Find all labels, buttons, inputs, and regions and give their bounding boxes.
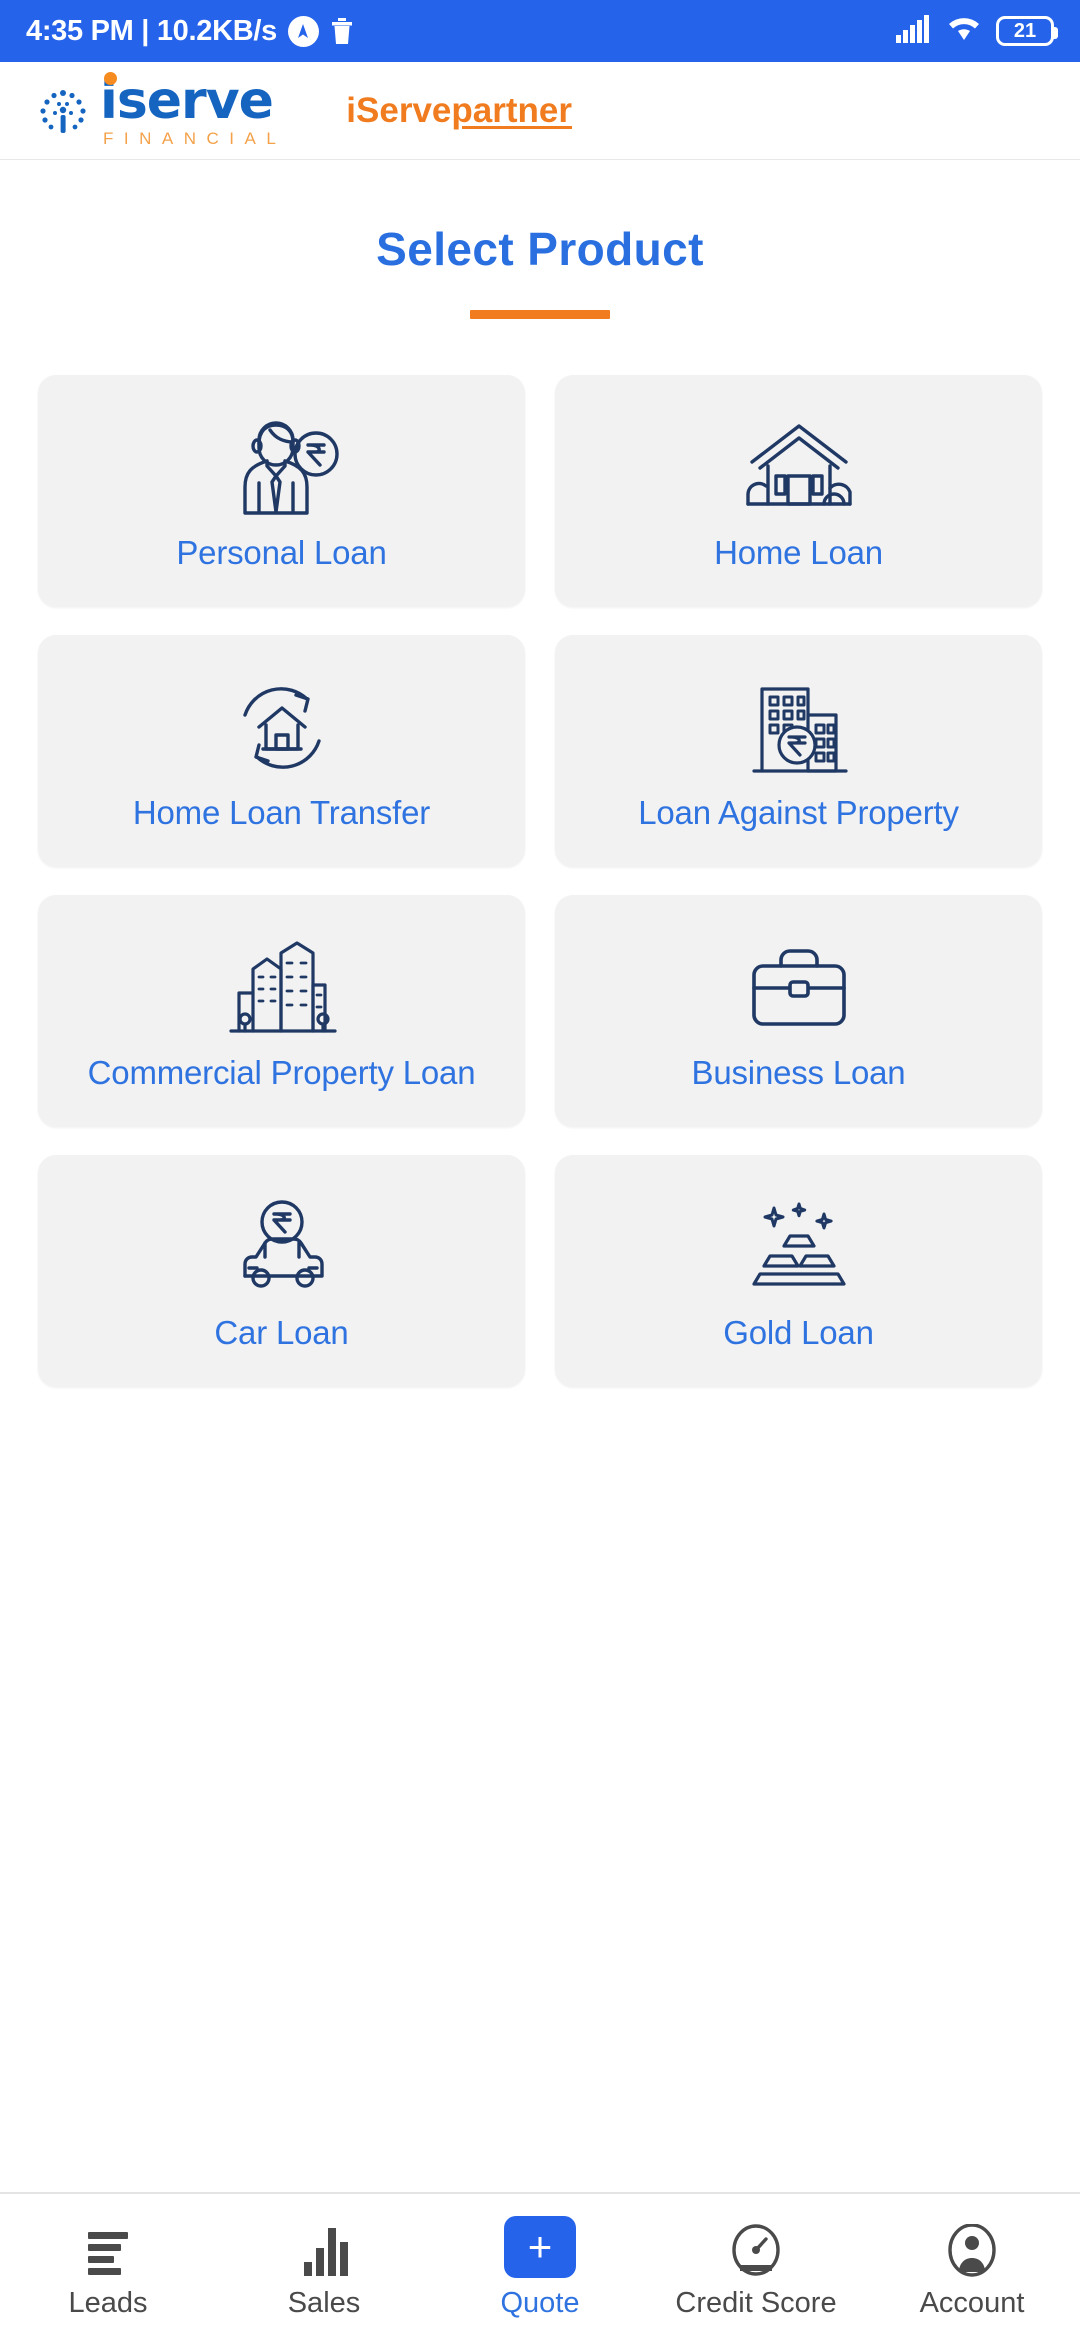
page-title-block: Select Product xyxy=(0,160,1080,319)
nav-label: Quote xyxy=(500,2287,580,2319)
house-with-refresh-arrows-icon xyxy=(223,669,341,787)
logo-wordmark: iserve FINANCIAL xyxy=(100,70,287,148)
signal-icon xyxy=(896,14,932,48)
iserve-circular-emblem-icon xyxy=(34,82,92,140)
product-card-home-loan[interactable]: Home Loan xyxy=(555,375,1042,607)
nav-label: Credit Score xyxy=(675,2287,837,2319)
quote-add-button[interactable]: + xyxy=(504,2214,576,2278)
product-card-home-loan-transfer[interactable]: Home Loan Transfer xyxy=(38,635,525,867)
nav-item-credit-score[interactable]: Credit Score xyxy=(648,2214,864,2320)
product-card-business-loan[interactable]: Business Loan xyxy=(555,895,1042,1127)
status-time-and-speed: 4:35 PM | 10.2KB/s xyxy=(26,14,277,47)
page-title: Select Product xyxy=(376,223,704,275)
nav-label: Sales xyxy=(287,2287,361,2319)
nav-item-leads[interactable]: Leads xyxy=(0,2214,216,2320)
product-card-loan-against-property[interactable]: Loan Against Property xyxy=(555,635,1042,867)
product-label: Home Loan xyxy=(714,533,883,571)
plus-icon: + xyxy=(504,2216,576,2278)
nav-item-quote[interactable]: + Quote xyxy=(432,2214,648,2320)
nav-item-sales[interactable]: Sales xyxy=(216,2214,432,2320)
speedometer-icon xyxy=(728,2214,784,2278)
wifi-icon xyxy=(946,15,982,48)
status-bar-right: 21 xyxy=(896,14,1058,48)
logo-main-text: iserve xyxy=(100,70,274,131)
bar-chart-icon xyxy=(298,2214,350,2278)
product-label: Car Loan xyxy=(214,1313,349,1351)
status-bar: 4:35 PM | 10.2KB/s 21 xyxy=(0,0,1080,62)
product-grid: Personal Loan Home Loan Home Loan Transf… xyxy=(0,319,1080,1387)
iserve-financial-logo[interactable]: iserve FINANCIAL xyxy=(34,70,287,148)
partner-prefix: iServe xyxy=(346,90,452,130)
product-label: Personal Loan xyxy=(176,533,387,571)
trash-icon xyxy=(330,17,354,45)
product-label: Business Loan xyxy=(691,1053,906,1091)
user-avatar-icon xyxy=(947,2214,997,2278)
nav-label: Leads xyxy=(68,2287,148,2319)
product-label: Commercial Property Loan xyxy=(87,1053,476,1091)
battery-indicator: 21 xyxy=(996,16,1058,46)
gold-bars-icon xyxy=(740,1189,858,1307)
battery-level: 21 xyxy=(1013,19,1037,42)
building-with-rupee-icon xyxy=(740,669,858,787)
status-bar-left: 4:35 PM | 10.2KB/s xyxy=(26,15,354,48)
nav-item-account[interactable]: Account xyxy=(864,2214,1080,2320)
product-label: Gold Loan xyxy=(723,1313,874,1351)
nav-label: Account xyxy=(919,2287,1025,2319)
bottom-navigation-bar: Leads Sales + Quote Credit Score Account xyxy=(0,2192,1080,2340)
person-with-rupee-coin-icon xyxy=(223,409,341,527)
house-with-bushes-icon xyxy=(740,409,858,527)
title-underline-bar xyxy=(470,310,610,319)
car-with-rupee-icon xyxy=(223,1189,341,1307)
briefcase-icon xyxy=(740,929,858,1047)
vpn-icon xyxy=(287,15,319,47)
iserve-partner-label: iServepartner xyxy=(346,91,572,131)
product-card-gold-loan[interactable]: Gold Loan xyxy=(555,1155,1042,1387)
product-label: Home Loan Transfer xyxy=(132,793,431,831)
product-card-car-loan[interactable]: Car Loan xyxy=(38,1155,525,1387)
partner-suffix: partner xyxy=(451,90,572,130)
app-header: iserve FINANCIAL iServepartner xyxy=(0,62,1080,160)
city-buildings-icon xyxy=(223,929,341,1047)
product-card-personal-loan[interactable]: Personal Loan xyxy=(38,375,525,607)
list-lines-icon xyxy=(82,2214,134,2278)
logo-orange-dot-icon xyxy=(104,71,117,85)
logo-sub-text: FINANCIAL xyxy=(103,128,287,148)
product-card-commercial-property-loan[interactable]: Commercial Property Loan xyxy=(38,895,525,1127)
product-label: Loan Against Property xyxy=(638,793,959,831)
